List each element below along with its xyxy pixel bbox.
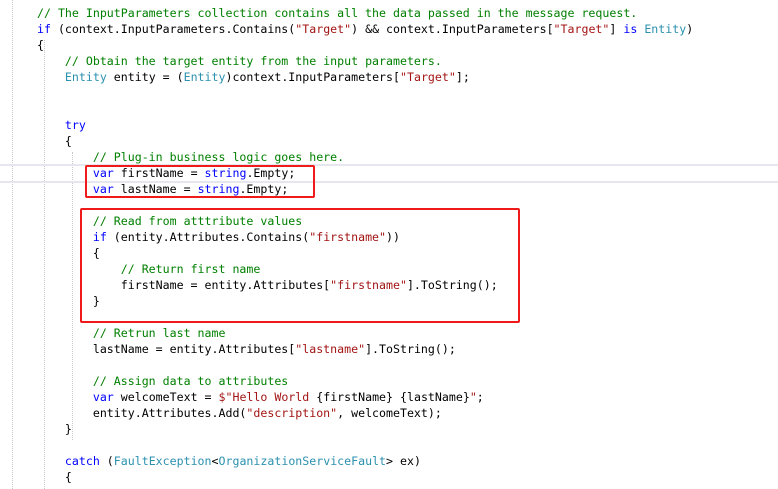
code-token-text: ( — [99, 454, 114, 468]
code-token-string: "Target" — [400, 70, 456, 84]
code-token-keyword: catch — [64, 454, 100, 468]
code-line: // Assign data to attributes — [37, 373, 693, 389]
code-token-keyword: is — [623, 22, 638, 36]
code-line: lastName = entity.Attributes["lastname"]… — [37, 341, 693, 357]
code-token-type: Entity — [64, 70, 107, 84]
code-line: entity.Attributes.Add("description", wel… — [37, 405, 693, 421]
code-line: { — [37, 133, 693, 149]
code-token-comment: // Retrun last name — [92, 326, 226, 340]
code-token-string: "description" — [246, 406, 338, 420]
code-line: { — [37, 37, 693, 53]
code-token-comment: // Obtain the target entity from the inp… — [64, 54, 442, 68]
highlight-box-variable-declarations — [85, 165, 315, 198]
code-token-text: { — [37, 134, 72, 148]
code-token-comment: // Plug-in business logic goes here. — [92, 150, 345, 164]
code-line: catch (FaultException<OrganizationServic… — [37, 453, 693, 469]
code-token-text: (context.InputParameters.Contains( — [50, 22, 296, 36]
code-token-text: ; — [476, 390, 484, 404]
code-token-text: lastName = entity.Attributes[ — [37, 342, 296, 356]
code-token-type: OrganizationServiceFault — [218, 454, 387, 468]
code-line: // The InputParameters collection contai… — [37, 5, 693, 21]
code-token-type: FaultException — [113, 454, 212, 468]
code-token-type: Entity — [644, 22, 687, 36]
code-line: Entity entity = (Entity)context.InputPar… — [37, 69, 693, 85]
code-token-text: } — [37, 422, 72, 436]
code-line: } — [37, 421, 693, 437]
code-token-text: ) && context.InputParameters[ — [351, 22, 554, 36]
code-token-text: ) — [686, 22, 694, 36]
code-token-type: Entity — [183, 70, 226, 84]
code-token-comment: // Assign data to attributes — [92, 374, 289, 388]
code-token-text: < — [211, 454, 219, 468]
code-line: { — [37, 469, 693, 485]
code-token-text: {lastName} — [400, 390, 470, 404]
code-token-text: {firstName} — [316, 390, 394, 404]
code-token-text: ]; — [455, 70, 470, 84]
code-token-string: "Target" — [295, 22, 352, 36]
code-token-string: " — [469, 390, 477, 404]
code-token-text: { — [37, 470, 72, 484]
code-token-keyword: if — [37, 22, 51, 36]
code-token-text: ].ToString(); — [365, 342, 456, 356]
code-line: try — [37, 117, 693, 133]
code-token-comment: // The InputParameters collection contai… — [37, 6, 638, 20]
code-token-string: "Target" — [553, 22, 610, 36]
code-token-keyword: var — [92, 390, 114, 404]
code-token-string: $"Hello World — [218, 390, 317, 404]
code-token-text: ] — [609, 22, 624, 36]
code-token-text: )context.InputParameters[ — [225, 70, 400, 84]
code-token-string: "lastname" — [295, 342, 366, 356]
code-line: var welcomeText = $"Hello World {firstNa… — [37, 389, 693, 405]
highlight-box-read-attribute — [80, 208, 520, 323]
code-token-text: , welcomeText); — [337, 406, 442, 420]
code-token-text: { — [37, 38, 44, 52]
code-line: if (context.InputParameters.Contains("Ta… — [37, 21, 693, 37]
margin-guide — [12, 0, 13, 489]
code-line: // Plug-in business logic goes here. — [37, 149, 693, 165]
code-token-text: welcomeText = — [113, 390, 219, 404]
code-token-text: entity = ( — [106, 70, 184, 84]
code-token-string — [393, 390, 400, 404]
code-token-text: > ex) — [386, 454, 421, 468]
code-token-keyword: try — [64, 118, 86, 132]
code-line: // Retrun last name — [37, 325, 693, 341]
code-line: // Obtain the target entity from the inp… — [37, 53, 693, 69]
code-editor[interactable]: // The InputParameters collection contai… — [0, 0, 778, 489]
code-token-text: entity.Attributes.Add( — [37, 406, 247, 420]
